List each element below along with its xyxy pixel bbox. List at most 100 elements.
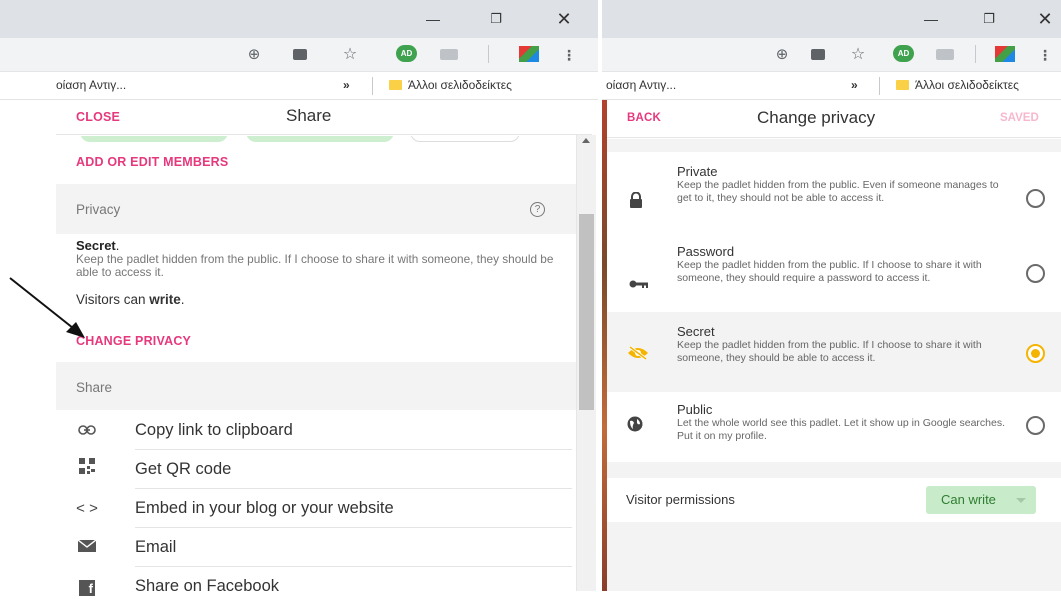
scroll-up-arrow[interactable] — [582, 138, 590, 143]
extension-icon[interactable] — [519, 46, 539, 62]
visitor-permissions-label: Visitor permissions — [626, 492, 735, 507]
video-camera-icon[interactable] — [440, 49, 458, 60]
radio-private[interactable] — [1026, 189, 1045, 208]
translate-icon[interactable] — [808, 46, 828, 64]
left-window-titlebar — [0, 0, 598, 38]
bottom-band — [607, 522, 1061, 591]
privacy-option-secret[interactable]: Secret Keep the padlet hidden from the p… — [607, 312, 1061, 392]
close-window-button[interactable]: ✕ — [1036, 10, 1054, 28]
bookmarks-more-button[interactable]: » — [343, 78, 350, 92]
minimize-button[interactable]: — — [922, 10, 940, 28]
share-item-label: Embed in your blog or your website — [135, 499, 394, 517]
zoom-icon[interactable]: ⊕ — [244, 46, 264, 64]
embed-item[interactable]: < > Embed in your blog or your website — [76, 489, 566, 528]
eye-off-icon — [627, 345, 649, 365]
bookmarks-divider — [879, 77, 880, 95]
radio-password[interactable] — [1026, 264, 1045, 283]
option-title: Secret — [677, 324, 715, 339]
code-icon: < > — [76, 500, 98, 517]
share-panel-header: CLOSE Share — [56, 100, 592, 135]
bookmark-star-icon[interactable]: ☆ — [340, 46, 360, 64]
spacer-band — [607, 139, 1061, 152]
other-bookmarks-label: Άλλοι σελιδοδείκτες — [408, 78, 512, 92]
zoom-icon[interactable]: ⊕ — [772, 46, 792, 64]
option-title: Public — [677, 402, 713, 417]
minimize-button[interactable]: — — [424, 10, 442, 28]
visitor-permissions-row: Visitor permissions Can write — [607, 478, 1061, 522]
privacy-option-private[interactable]: Private Keep the padlet hidden from the … — [607, 152, 1061, 232]
visitors-suffix: . — [180, 292, 185, 307]
option-description: Let the whole world see this padlet. Let… — [677, 417, 1006, 442]
add-or-edit-members-button[interactable]: ADD OR EDIT MEMBERS — [76, 155, 228, 169]
email-item[interactable]: Email — [76, 528, 566, 567]
share-section-label: Share — [76, 380, 113, 395]
visitor-permissions-dropdown[interactable]: Can write — [926, 486, 1036, 514]
close-button[interactable]: CLOSE — [76, 110, 120, 124]
share-item-label: Copy link to clipboard — [135, 421, 293, 439]
other-bookmarks-label: Άλλοι σελιδοδείκτες — [915, 78, 1019, 92]
close-window-button[interactable]: ✕ — [555, 10, 573, 28]
scrollbar-thumb[interactable] — [579, 214, 594, 410]
radio-public[interactable] — [1026, 416, 1045, 435]
folder-icon — [389, 80, 402, 90]
qr-code-icon — [76, 450, 98, 489]
privacy-description: Keep the padlet hidden from the public. … — [76, 252, 554, 279]
privacy-section-label: Privacy — [76, 202, 121, 217]
member-chip[interactable] — [246, 136, 394, 142]
profile-avatar[interactable]: AD — [396, 45, 417, 62]
restore-button[interactable]: ❐ — [980, 10, 998, 28]
option-description: Keep the padlet hidden from the public. … — [677, 179, 999, 204]
option-title: Private — [677, 164, 718, 179]
change-privacy-header: BACK Change privacy SAVED — [607, 100, 1061, 138]
facebook-icon: f — [76, 567, 98, 606]
privacy-section-header: Privacy ? — [56, 184, 576, 234]
share-item-label: Get QR code — [135, 460, 232, 478]
privacy-option-public[interactable]: Public Let the whole world see this padl… — [607, 392, 1061, 462]
spacer-band — [607, 462, 1061, 478]
annotation-arrow — [9, 277, 85, 338]
lock-icon — [629, 191, 643, 213]
back-button[interactable]: BACK — [627, 112, 661, 124]
chrome-menu-icon[interactable]: ⋮ — [1038, 46, 1052, 64]
right-bookmarks-bar: οίαση Αντιγ... » Άλλοι σελιδοδείκτες — [602, 72, 1061, 100]
video-camera-icon[interactable] — [936, 49, 954, 60]
privacy-option-password[interactable]: Password Keep the padlet hidden from the… — [607, 232, 1061, 312]
member-chips-row — [56, 136, 576, 143]
share-item-label: Share on Facebook — [135, 577, 280, 595]
email-icon — [76, 528, 98, 567]
share-section-header: Share — [56, 362, 576, 410]
other-bookmarks-folder[interactable]: Άλλοι σελιδοδείκτες — [896, 78, 1019, 92]
extension-icon[interactable] — [995, 46, 1015, 62]
other-bookmarks-folder[interactable]: Άλλοι σελιδοδείκτες — [389, 78, 512, 92]
folder-icon — [896, 80, 909, 90]
facebook-item[interactable]: f Share on Facebook — [76, 567, 566, 606]
toolbar-divider — [975, 45, 976, 63]
change-privacy-title: Change privacy — [757, 108, 876, 127]
key-icon — [629, 276, 649, 294]
globe-icon — [627, 416, 643, 437]
translate-icon[interactable] — [290, 46, 310, 64]
bookmark-truncated[interactable]: οίαση Αντιγ... — [606, 78, 676, 92]
chrome-menu-icon[interactable]: ⋮ — [562, 46, 576, 64]
share-item-label: Email — [135, 538, 177, 556]
radio-secret[interactable] — [1026, 344, 1045, 363]
right-toolbar — [602, 38, 1061, 72]
chevron-down-icon — [1016, 498, 1026, 503]
bookmark-truncated[interactable]: οίαση Αντιγ... — [56, 78, 126, 92]
qr-code-item[interactable]: Get QR code — [76, 450, 566, 489]
member-chip[interactable] — [410, 136, 520, 142]
option-title: Password — [677, 244, 735, 259]
copy-link-item[interactable]: Copy link to clipboard — [76, 411, 566, 450]
bookmarks-more-button[interactable]: » — [851, 78, 858, 92]
restore-button[interactable]: ❐ — [487, 10, 505, 28]
profile-avatar[interactable]: AD — [893, 45, 914, 62]
member-chip[interactable] — [80, 136, 228, 142]
privacy-level-period: . — [115, 238, 120, 253]
bookmark-star-icon[interactable]: ☆ — [848, 46, 868, 64]
help-icon[interactable]: ? — [530, 202, 545, 217]
visitor-permissions-value: Can write — [941, 492, 996, 507]
link-icon — [76, 411, 98, 450]
share-panel-title: Share — [286, 106, 332, 125]
privacy-level: Secret — [76, 238, 116, 253]
saved-indicator: SAVED — [1000, 112, 1039, 124]
